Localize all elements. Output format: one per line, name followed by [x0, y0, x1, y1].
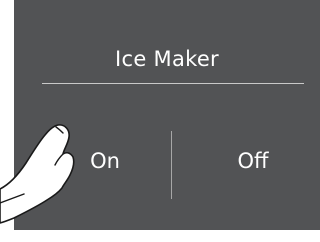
title-divider: [42, 83, 304, 84]
off-button[interactable]: Off: [222, 146, 284, 176]
panel-title: Ice Maker: [115, 47, 219, 71]
on-button[interactable]: On: [74, 146, 136, 176]
ice-maker-panel: Ice Maker On Off: [14, 0, 320, 230]
option-divider: [171, 131, 172, 199]
